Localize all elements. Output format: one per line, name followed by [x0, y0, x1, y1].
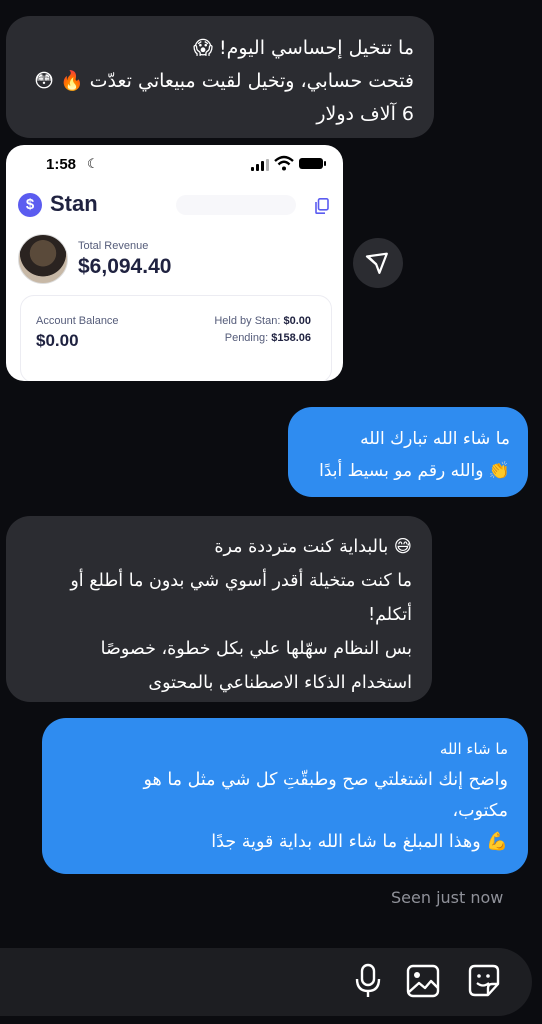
shared-screenshot-card[interactable]: 1:58 ☾ $ Stan Total Revenue $6,094.40 Ac…: [6, 145, 343, 381]
focus-moon-icon: ☾: [87, 156, 99, 171]
pending-amount: Pending: $158.06: [225, 332, 311, 344]
total-revenue-value: $6,094.40: [78, 255, 172, 278]
message-text: فتحت حسابي، وتخيل لقيت مبيعاتي تعدّت 🔥 😳: [34, 70, 414, 92]
message-text: أتكلم!: [368, 605, 412, 625]
message-text: استخدام الذكاء الاصطناعي بالمحتوى: [148, 673, 412, 693]
held-label: Held by Stan:: [214, 315, 281, 327]
pending-value: $158.06: [271, 332, 311, 344]
battery-icon: [299, 158, 326, 169]
avatar: [18, 234, 68, 284]
message-text: ما تتخيل إحساسي اليوم! 😱: [193, 37, 414, 59]
incoming-message-bubble[interactable]: 😅 بالبداية كنت مترددة مرة ما كنت متخيلة …: [6, 516, 432, 702]
microphone-icon[interactable]: [350, 962, 386, 1000]
copy-icon: [315, 198, 329, 214]
incoming-message-bubble[interactable]: ما تتخيل إحساسي اليوم! 😱 فتحت حسابي، وتخ…: [6, 16, 434, 138]
message-composer[interactable]: [0, 948, 532, 1016]
message-text: 6 آلاف دولار: [316, 103, 414, 125]
message-text: 💪 وهذا المبلغ ما شاء الله بداية قوية جدً…: [211, 832, 508, 852]
message-text: بس النظام سهّلها علي بكل خطوة، خصوصًا: [100, 639, 412, 659]
wifi-icon: [274, 155, 294, 171]
total-revenue-label: Total Revenue: [78, 240, 149, 252]
blurred-area: [176, 195, 296, 215]
share-button[interactable]: [353, 238, 403, 288]
status-time: 1:58: [46, 156, 77, 173]
held-value: $0.00: [283, 315, 311, 327]
message-text: ما كنت متخيلة أقدر أسوي شي بدون ما أطلع …: [70, 571, 412, 591]
stan-logo-icon: $: [18, 193, 42, 217]
send-icon: [365, 252, 388, 275]
image-icon[interactable]: [405, 962, 441, 1000]
pending-label: Pending:: [224, 332, 269, 344]
message-text: واضح إنك اشتغلتي صح وطبقّتِ كل شي مثل ما…: [143, 770, 509, 790]
seen-status: Seen just now: [391, 888, 504, 907]
account-balance-value: $0.00: [36, 331, 79, 350]
message-text: 😅 بالبداية كنت مترددة مرة: [214, 537, 412, 557]
outgoing-message-bubble[interactable]: ما شاء الله تبارك الله 👏 والله رقم مو بس…: [288, 407, 528, 497]
outgoing-message-bubble[interactable]: ما شاء الله واضح إنك اشتغلتي صح وطبقّتِ …: [42, 718, 528, 874]
held-by-stan: Held by Stan: $0.00: [214, 315, 311, 327]
cellular-signal-icon: [251, 159, 269, 171]
account-balance-label: Account Balance: [36, 315, 119, 327]
sticker-icon[interactable]: [466, 962, 502, 1000]
message-text: ما شاء الله تبارك الله: [360, 429, 510, 449]
message-text: مكتوب،: [452, 801, 508, 821]
app-name: Stan: [50, 191, 98, 216]
message-text: 👏 والله رقم مو بسيط أبدًا: [319, 461, 510, 481]
message-text: ما شاء الله: [439, 740, 508, 758]
